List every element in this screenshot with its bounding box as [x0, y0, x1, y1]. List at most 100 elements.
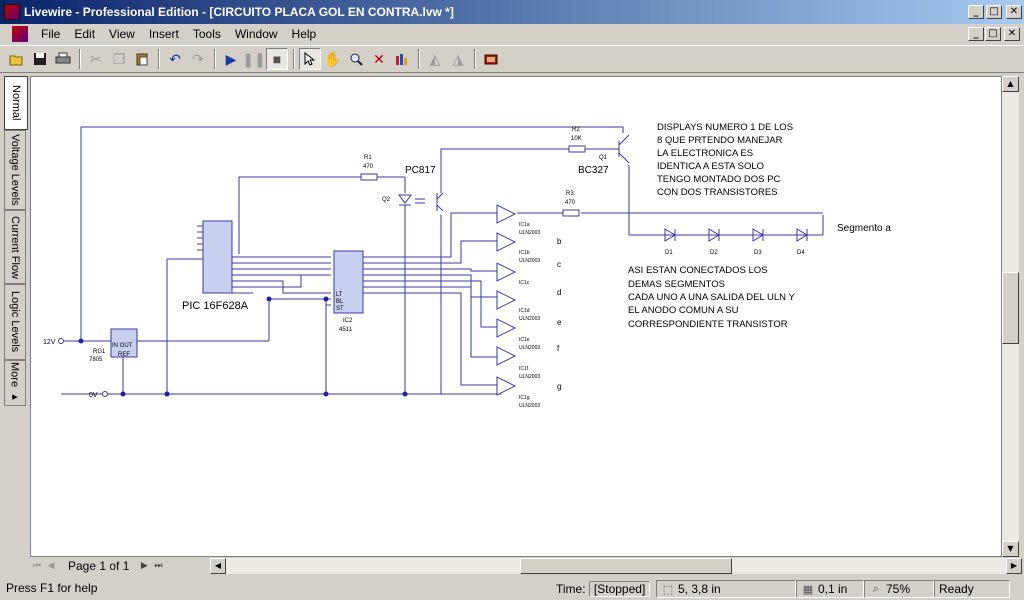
annotation-line: EL ANODO COMUN A SU	[628, 305, 739, 316]
flip-horizontal-icon[interactable]: ◭	[424, 48, 446, 70]
gallery-icon[interactable]	[480, 48, 502, 70]
pic-label: PIC 16F628A	[182, 300, 249, 312]
gate-label: IC1a	[519, 222, 530, 228]
menu-file[interactable]: File	[34, 27, 67, 41]
redo-icon[interactable]: ↷	[187, 48, 209, 70]
scroll-down-icon[interactable]: ▼	[1002, 541, 1019, 557]
driver-label: ULN2003	[519, 403, 540, 409]
delete-icon[interactable]: ✕	[368, 48, 390, 70]
pause-icon[interactable]: ❚❚	[242, 48, 265, 70]
supply-0v-label: 0V	[89, 392, 98, 399]
gate-label: IC1d	[519, 308, 530, 314]
print-icon[interactable]	[52, 48, 74, 70]
menu-tools[interactable]: Tools	[186, 27, 228, 41]
r2-ref: R2	[572, 127, 580, 133]
optocoupler[interactable]	[398, 192, 444, 212]
first-page-icon[interactable]: ⏮	[30, 561, 44, 571]
last-page-icon[interactable]: ⏭	[151, 561, 165, 571]
zoom-value: 75%	[886, 582, 911, 596]
cut-icon[interactable]: ✂	[85, 48, 107, 70]
scroll-left-icon[interactable]: ◀	[210, 558, 226, 574]
transistor-q1[interactable]	[613, 134, 630, 164]
play-icon[interactable]: ▶	[220, 48, 242, 70]
menu-edit[interactable]: Edit	[67, 27, 102, 41]
gate-label: IC1e	[519, 337, 530, 343]
menu-insert[interactable]: Insert	[142, 27, 186, 41]
segment-letters: b c d e f g	[557, 237, 562, 391]
maximize-button[interactable]: □	[986, 5, 1002, 19]
segment-letter: b	[557, 237, 562, 246]
regulator-part: 7805	[89, 357, 103, 363]
zoom-icon[interactable]	[345, 48, 367, 70]
decoder-pin-st: ST	[336, 306, 344, 312]
resistor-r1[interactable]	[360, 173, 378, 181]
parts-bin-icon[interactable]	[391, 48, 413, 70]
cursor-position-icon: ⬚	[662, 583, 674, 596]
led-d4: D4	[797, 250, 805, 256]
save-icon[interactable]	[29, 48, 51, 70]
led-d1: D1	[665, 250, 673, 256]
stop-icon[interactable]: ■	[266, 48, 288, 70]
led-d3: D3	[754, 250, 762, 256]
resistor-r3[interactable]	[562, 209, 580, 217]
menu-view[interactable]: View	[102, 27, 142, 41]
tab-label: Voltage Levels	[9, 134, 21, 206]
pic-chip[interactable]	[202, 220, 233, 294]
page-indicator: Page 1 of 1	[68, 559, 130, 573]
horizontal-scrollbar[interactable]: ◀ ▶	[210, 558, 1022, 574]
r1-value: 470	[363, 164, 374, 170]
menu-help[interactable]: Help	[285, 27, 324, 41]
undo-icon[interactable]: ↶	[164, 48, 186, 70]
document-icon[interactable]	[12, 26, 28, 42]
vertical-scroll-thumb[interactable]	[1002, 272, 1019, 344]
tab-normal[interactable]: Normal	[4, 76, 28, 130]
state-value: Ready	[939, 582, 974, 596]
page-navigation-bar: ⏮ ◀ Page 1 of 1 ▶ ⏭ ◀ ▶	[30, 557, 1022, 575]
decoder-pin-lt: LT	[336, 292, 343, 298]
horizontal-scroll-thumb[interactable]	[520, 558, 732, 574]
pan-hand-icon[interactable]: ✋	[322, 48, 344, 70]
resistor-r2[interactable]	[568, 145, 586, 153]
doc-restore-button[interactable]: □	[985, 27, 1001, 41]
tab-more[interactable]: More ▸	[4, 360, 26, 406]
status-state: Ready	[934, 580, 1010, 598]
decoder-part: 4511	[339, 327, 353, 333]
doc-close-button[interactable]: ✕	[1004, 27, 1020, 41]
scroll-right-icon[interactable]: ▶	[1006, 558, 1022, 574]
previous-page-icon[interactable]: ◀	[44, 561, 58, 571]
segment-letter: c	[557, 260, 561, 269]
annotation-line: CORRESPONDIENTE TRANSISTOR	[628, 319, 788, 330]
tab-logic-levels[interactable]: Logic Levels	[4, 284, 26, 360]
flip-vertical-icon[interactable]: ◮	[447, 48, 469, 70]
scroll-up-icon[interactable]: ▲	[1002, 76, 1019, 92]
tab-current-flow[interactable]: Current Flow	[4, 210, 26, 284]
close-button[interactable]: ✕	[1006, 5, 1022, 19]
status-bar: Press F1 for help Time: [Stopped] ⬚ 5, 3…	[0, 578, 1024, 600]
vertical-scrollbar[interactable]: ▲ ▼	[1002, 76, 1019, 557]
minimize-button[interactable]: _	[968, 5, 984, 19]
copy-icon[interactable]: ❐	[108, 48, 130, 70]
doc-minimize-button[interactable]: _	[968, 27, 984, 41]
q1-ref: Q1	[599, 155, 608, 161]
regulator-ref: RG1	[93, 349, 106, 355]
open-icon[interactable]	[6, 48, 28, 70]
paste-icon[interactable]	[131, 48, 153, 70]
select-pointer-icon[interactable]	[299, 48, 321, 70]
driver-label: ULN2003	[519, 374, 540, 380]
tab-voltage-levels[interactable]: Voltage Levels	[4, 130, 26, 210]
schematic-canvas[interactable]: PIC 16F628A IN OUT REF RG1 7805 12V 0V L…	[30, 76, 1002, 557]
menu-window[interactable]: Window	[228, 27, 285, 41]
annotation-line: TENGO MONTADO DOS PC	[657, 174, 780, 185]
annotation-line: 8 QUE PRTENDO MANEJAR	[657, 135, 783, 146]
next-page-icon[interactable]: ▶	[137, 561, 151, 571]
circuit-schematic: PIC 16F628A IN OUT REF RG1 7805 12V 0V L…	[43, 122, 891, 409]
gate-label: IC1g	[519, 395, 530, 401]
uln-buffers[interactable]	[496, 204, 517, 396]
menu-bar: File Edit View Insert Tools Window Help …	[0, 24, 1024, 44]
segment-a-label: Segmento a	[837, 223, 891, 234]
tab-label: More ▸	[8, 362, 21, 404]
view-mode-tabs: Normal Voltage Levels Current Flow Logic…	[4, 76, 28, 406]
livewire-app-icon[interactable]	[4, 4, 20, 20]
annotation-line: IDENTICA A ESTA SOLO	[657, 161, 764, 172]
annotation-bottom: ASI ESTAN CONECTADOS LOS DEMAS SEGMENTOS…	[628, 265, 796, 330]
